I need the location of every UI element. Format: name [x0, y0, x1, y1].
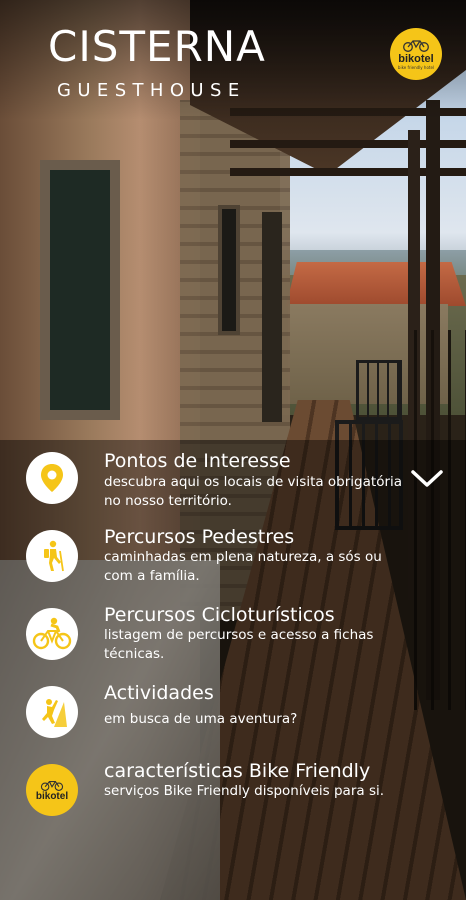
map-pin-icon [26, 452, 78, 504]
menu-item-desc: em busca de uma aventura? [104, 711, 298, 727]
bikotel-logo[interactable]: bikotel bike friendly hotel [390, 28, 442, 80]
app-subtitle: GUESTHOUSE [57, 80, 246, 101]
hiker-icon [26, 530, 78, 582]
cyclist-icon [26, 608, 78, 660]
menu-item-bike-friendly[interactable]: bikotel características Bike Friendly se… [0, 760, 420, 832]
menu-item-title: Percursos Cicloturísticos [104, 604, 335, 626]
menu-item-percursos-pedestres[interactable]: Percursos Pedestres caminhadas em plena … [0, 526, 420, 598]
menu-item-desc: serviços Bike Friendly disponíveis para … [104, 783, 385, 799]
bikotel-icon: bikotel [26, 764, 78, 816]
bicycle-icon [403, 40, 429, 52]
menu-item-desc: caminhadas em plena natureza, a sós ou c… [104, 549, 382, 584]
menu-item-title: Actividades [104, 682, 214, 704]
menu-item-title: características Bike Friendly [104, 760, 371, 782]
menu-item-title: Pontos de Interesse [104, 450, 291, 472]
menu-item-actividades[interactable]: Actividades em busca de uma aventura? [0, 682, 420, 754]
menu-item-desc: descubra aqui os locais de visita obriga… [104, 474, 403, 509]
menu-item-percursos-cicloturisticos[interactable]: Percursos Cicloturísticos listagem de pe… [0, 604, 420, 676]
menu-item-title: Percursos Pedestres [104, 526, 295, 548]
menu-item-pontos-de-interesse[interactable]: Pontos de Interesse descubra aqui os loc… [0, 450, 420, 522]
climber-icon [26, 686, 78, 738]
logo-subtext: bike friendly hotel [397, 65, 435, 70]
bikotel-icon-text: bikotel [35, 790, 69, 802]
app-title: CISTERNA [48, 22, 266, 71]
menu-item-desc: listagem de percursos e acesso a fichas … [104, 627, 374, 662]
logo-text: bikotel [398, 53, 434, 65]
